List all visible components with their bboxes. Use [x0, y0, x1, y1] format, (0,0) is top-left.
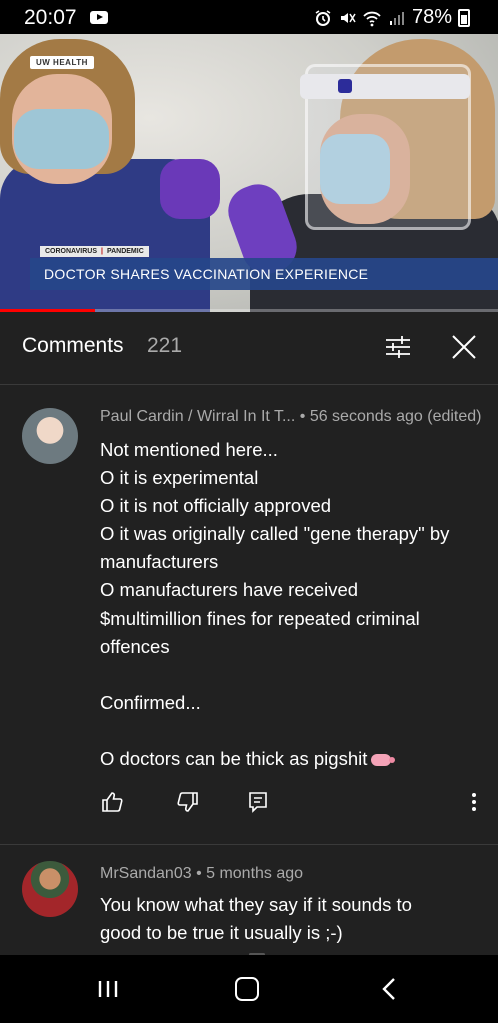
comment-line [100, 661, 495, 689]
video-player[interactable]: UW HEALTH CORONAVIRUS | PANDEMIC DOCTOR … [0, 34, 498, 314]
sort-filter-icon[interactable] [385, 334, 411, 360]
thumbs-down-icon[interactable] [176, 790, 200, 814]
comment-meta: Paul Cardin / Wirral In It T... • 56 sec… [100, 408, 482, 425]
status-icons: 78% [314, 6, 470, 29]
battery-icon [458, 8, 470, 27]
comment-line: You know what they say if it sounds to [100, 894, 412, 915]
comment-item: MrSandan03 • 5 months ago You know what … [0, 844, 498, 956]
comments-panel: Comments 221 Paul Cardin / Wirral In It … [0, 312, 498, 955]
comment-body: You know what they say if it sounds to g… [100, 891, 480, 947]
comment-line: Not mentioned here... [100, 439, 278, 460]
signal-icon [389, 11, 404, 25]
status-time: 20:07 [24, 6, 77, 29]
thumbs-up-icon[interactable] [100, 790, 124, 814]
headline-banner: DOCTOR SHARES VACCINATION EXPERIENCE [30, 258, 498, 290]
alarm-icon [315, 9, 331, 26]
comment-meta: MrSandan03 • 5 months ago [100, 865, 304, 882]
comment-actions [0, 790, 498, 820]
comment-last-line: O doctors can be thick as pigshit [100, 745, 495, 773]
comment-line: O manufacturers have received [100, 579, 359, 601]
comment-line: manufacturers [100, 551, 219, 573]
comments-count: 221 [147, 334, 183, 357]
battery-percent: 78% [411, 6, 452, 28]
back-icon[interactable] [378, 977, 402, 1001]
system-nav-bar [0, 955, 498, 1023]
comment-line: good to be true it usually is ;-) [100, 922, 343, 944]
status-bar: 20:07 78% [0, 0, 498, 34]
avatar[interactable] [22, 408, 78, 464]
comment-line: Confirmed... [100, 691, 201, 713]
comment-line [100, 717, 495, 745]
tag-right: PANDEMIC [106, 248, 144, 255]
youtube-icon [90, 11, 108, 24]
channel-logo: UW HEALTH [30, 56, 94, 69]
comment-line: O doctors can be thick as pigshit [100, 748, 368, 770]
comment-line: O it is experimental [100, 467, 259, 489]
comment-line: O it was originally called "gene therapy… [100, 523, 450, 545]
home-icon[interactable] [235, 977, 259, 1001]
comment-body: Not mentioned here... O it is experiment… [100, 436, 495, 773]
close-icon[interactable] [450, 333, 478, 361]
tag-left: CORONAVIRUS [45, 248, 97, 255]
comment-line: O it is not officially approved [100, 495, 332, 517]
recent-apps-icon[interactable] [96, 979, 120, 999]
comment-line: offences [100, 635, 170, 657]
reply-icon[interactable] [246, 790, 270, 814]
avatar[interactable] [22, 861, 78, 917]
topic-tag: CORONAVIRUS | PANDEMIC [40, 246, 149, 257]
comments-title: Comments [22, 334, 124, 357]
more-options-icon[interactable] [462, 790, 486, 814]
comment-line: $multimillion fines for repeated crimina… [100, 607, 420, 629]
wifi-icon [363, 11, 381, 26]
headline-text: DOCTOR SHARES VACCINATION EXPERIENCE [44, 266, 369, 282]
comments-header: Comments 221 [0, 312, 498, 385]
pig-emoji-icon [371, 754, 396, 767]
mute-icon [340, 12, 356, 23]
